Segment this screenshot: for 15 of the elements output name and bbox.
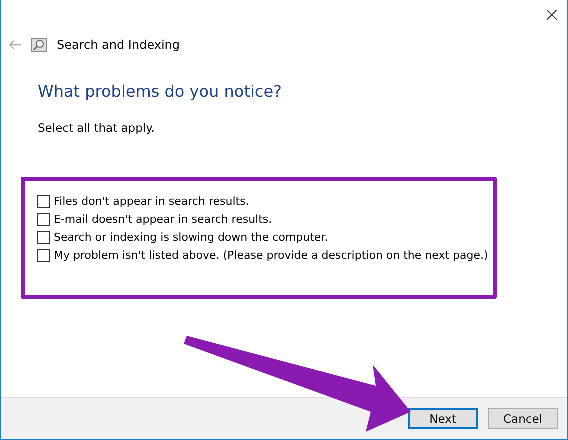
close-icon[interactable] bbox=[547, 10, 557, 20]
magnifier-icon bbox=[31, 37, 47, 53]
checkbox[interactable] bbox=[37, 249, 50, 262]
page-heading: What problems do you notice? bbox=[38, 82, 284, 101]
checkbox[interactable] bbox=[37, 213, 50, 226]
option-label[interactable]: My problem isn't listed above. (Please provide a description on the next page.) bbox=[54, 249, 488, 262]
cancel-button[interactable]: Cancel bbox=[488, 408, 558, 429]
checkbox[interactable] bbox=[37, 231, 50, 244]
next-button[interactable]: Next bbox=[408, 408, 478, 429]
instruction-text: Select all that apply. bbox=[38, 121, 156, 135]
option-label[interactable]: E-mail doesn't appear in search results. bbox=[54, 213, 272, 226]
option-label[interactable]: Files don't appear in search results. bbox=[54, 195, 250, 208]
checkbox[interactable] bbox=[37, 195, 50, 208]
option-label[interactable]: Search or indexing is slowing down the computer. bbox=[54, 231, 328, 244]
window-title: Search and Indexing bbox=[57, 38, 180, 52]
